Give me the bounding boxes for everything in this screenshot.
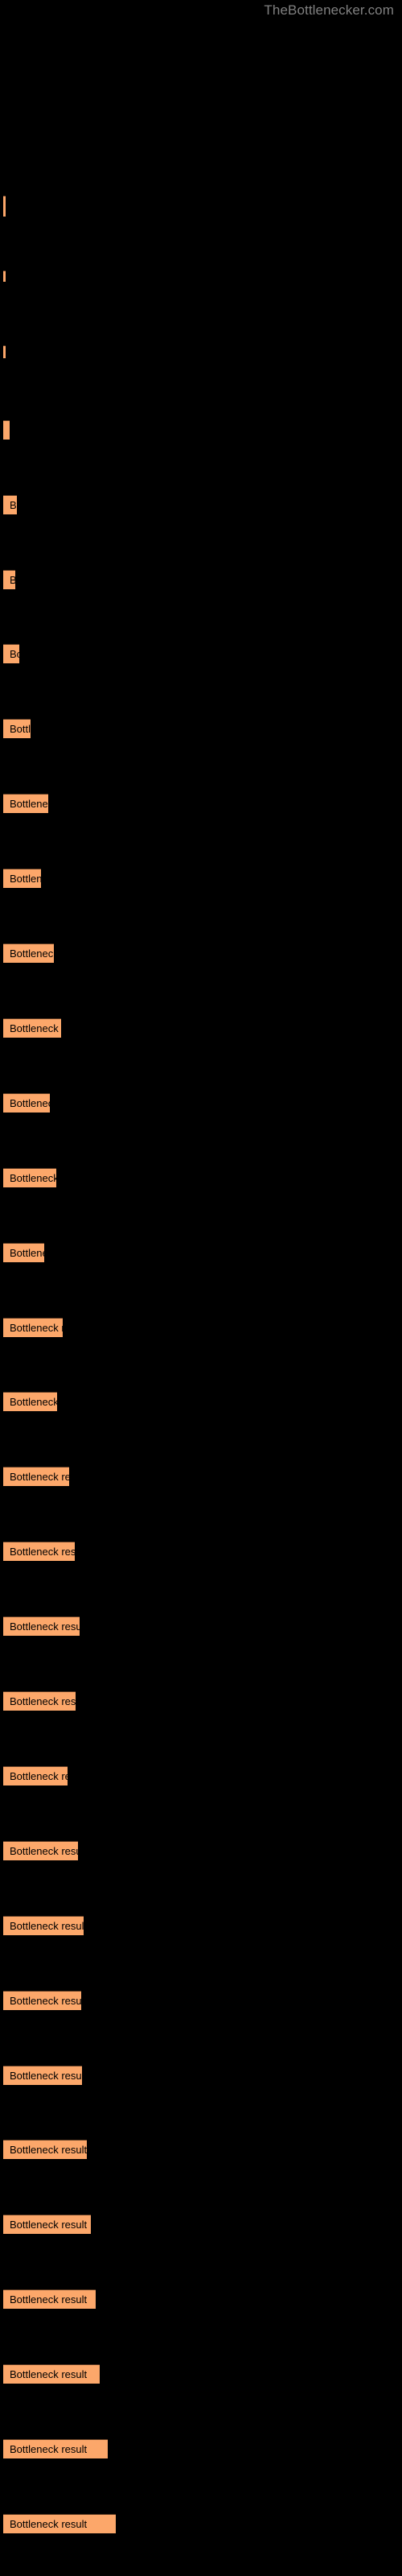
bar: Bottleneck result — [3, 2289, 96, 2309]
bar-label: Bottleneck result — [10, 571, 15, 589]
bar-label: Bottleneck result — [10, 648, 19, 660]
bar: Bottleneck result — [3, 1766, 68, 1785]
bar: Bottleneck result — [3, 1916, 84, 1935]
bar: Bottleneck result — [3, 2066, 82, 2085]
bar: Bottleneck result — [3, 869, 41, 888]
bar-label: Bottleneck result — [10, 1396, 57, 1408]
bar: Bottleneck result — [3, 270, 6, 282]
bar: Bottleneck result — [3, 1841, 78, 1860]
bar-label: Bottleneck result — [10, 1920, 84, 1932]
bar-label: Bottleneck result — [10, 2070, 82, 2082]
bar-label: Bottleneck result — [10, 1845, 78, 1857]
bar: Bottleneck result — [3, 2364, 100, 2384]
bar-label: Bottleneck result — [10, 798, 48, 810]
bar-label: Bottleneck result — [10, 947, 54, 960]
bar: Bottleneck result — [3, 345, 6, 358]
bar: Bottleneck result — [3, 1691, 76, 1711]
bar: Bottleneck result — [3, 2215, 91, 2234]
bar: Bottleneck result — [3, 1168, 56, 1187]
bar-label: Bottleneck result — [10, 1770, 68, 1782]
bar: Bottleneck result — [3, 495, 17, 514]
bar-label: Bottleneck result — [10, 1546, 75, 1558]
bottleneck-chart: TheBottlenecker.com Bottleneck resultBot… — [0, 0, 402, 2576]
bar-label: Bottleneck result — [10, 873, 41, 885]
bar: Bottleneck result — [3, 1093, 50, 1113]
bar-label: Bottleneck result — [10, 1322, 63, 1334]
bar: Bottleneck result — [3, 1392, 57, 1411]
bar: Bottleneck result — [3, 420, 10, 440]
bar-label: Bottleneck result — [10, 1097, 50, 1109]
bar: Bottleneck result — [3, 2514, 116, 2533]
bar-chart-plot-area: Bottleneck result Bottleneck result Bottle… — [0, 0, 402, 2576]
bar: Bottleneck result — [3, 644, 19, 663]
bar-label: Bottleneck result — [10, 2518, 88, 2530]
bar: Bottleneck result — [3, 196, 6, 217]
bar: Bottleneck result — [3, 1616, 80, 1636]
bar-label: Bottleneck result — [10, 1620, 80, 1633]
bar-label: Bottleneck result — [10, 499, 17, 511]
bar-label: Bottleneck result — [10, 1247, 44, 1259]
bar: Bottleneck result — [3, 794, 48, 813]
bar: Bottleneck result — [3, 1318, 63, 1337]
bar: Bottleneck result — [3, 1018, 61, 1038]
bar: Bottleneck result — [3, 570, 15, 589]
bar-label: Bottleneck result — [10, 1471, 69, 1483]
bar-label: Bottleneck result — [10, 1695, 76, 1707]
bar-label: Bottleneck result — [10, 2443, 88, 2455]
bar: Bottleneck result — [3, 1991, 81, 2010]
bar: Bottleneck result — [3, 943, 54, 963]
bar: Bottleneck result — [3, 1542, 75, 1561]
bar: Bottleneck result — [3, 719, 31, 738]
bar-label: Bottleneck result — [10, 2368, 88, 2380]
bar-label: Bottleneck result — [10, 2293, 88, 2306]
bar-label: Bottleneck result — [10, 2144, 87, 2156]
bar-label: Bottleneck result — [10, 1022, 61, 1034]
bar: Bottleneck result — [3, 1467, 69, 1486]
bar: Bottleneck result — [3, 2439, 108, 2458]
bar: Bottleneck result — [3, 2140, 87, 2159]
bar: Bottleneck result — [3, 1243, 44, 1262]
bar-label: Bottleneck result — [10, 1995, 81, 2007]
bar-label: Bottleneck result — [10, 1172, 56, 1184]
bar-label: Bottleneck result — [10, 2219, 88, 2231]
bar-label: Bottleneck result — [10, 723, 31, 735]
